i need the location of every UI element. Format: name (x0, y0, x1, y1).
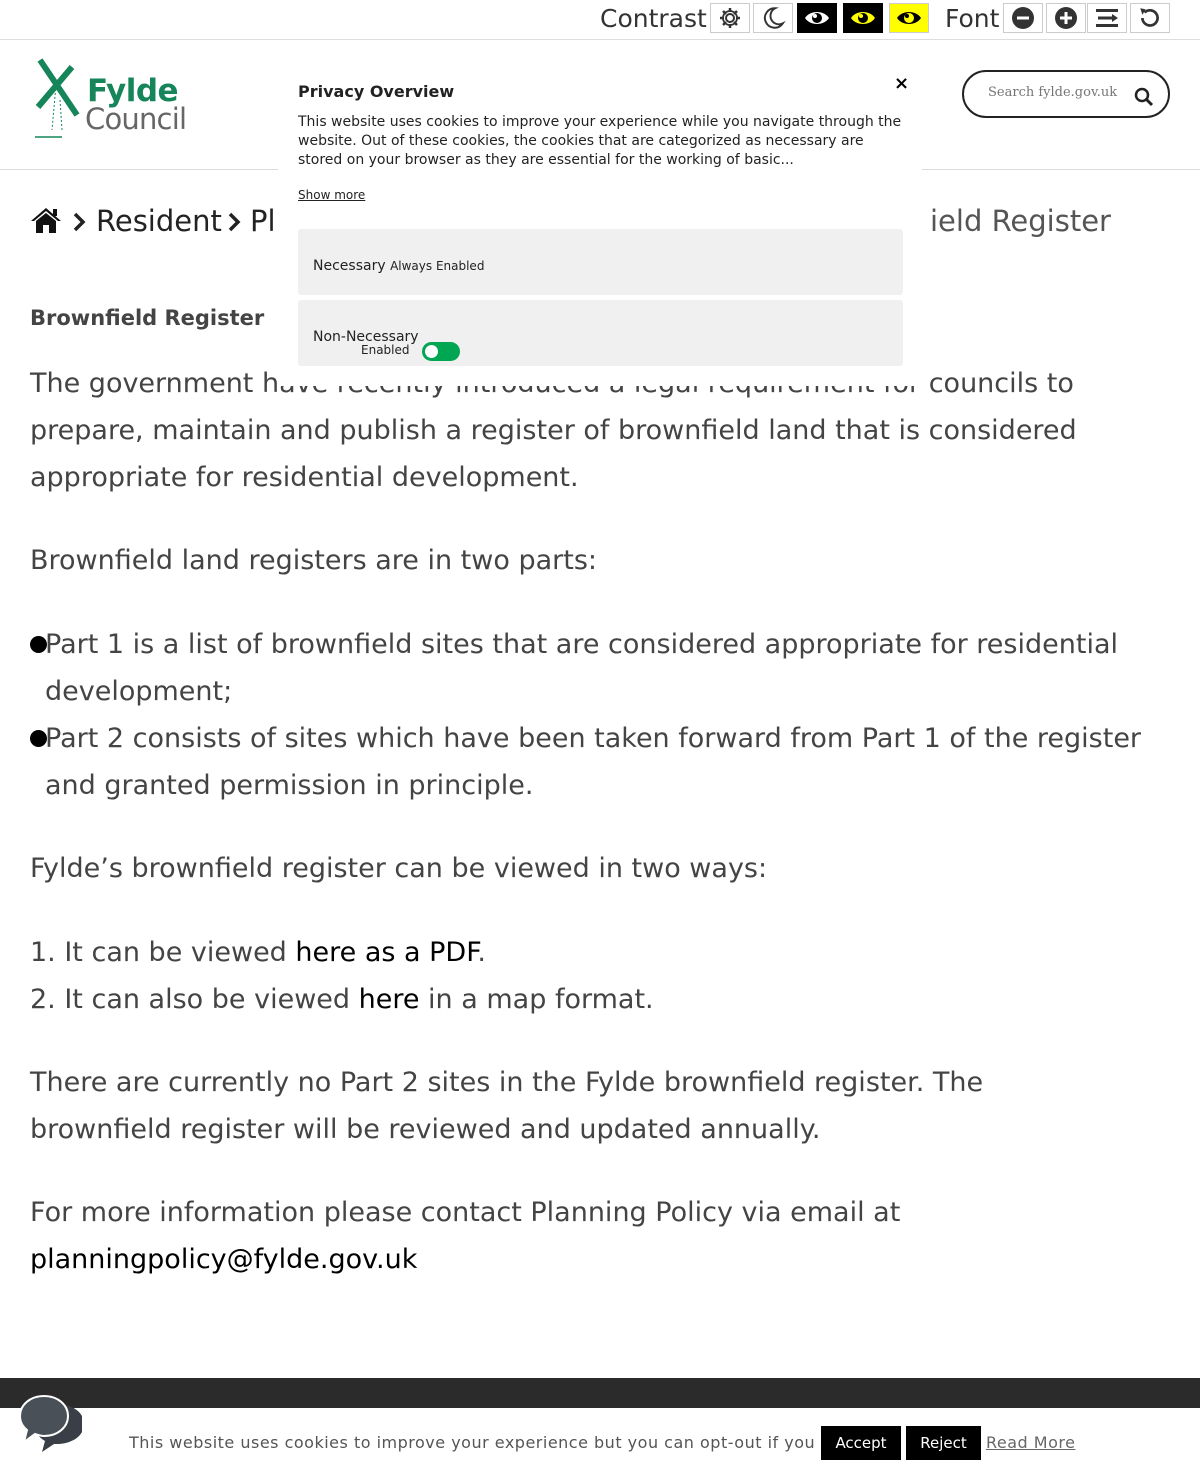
accessibility-bar: Contrast Font (0, 0, 1200, 40)
modal-text: This website uses cookies to improve you… (298, 114, 902, 168)
line-height-button[interactable] (1087, 3, 1127, 33)
minus-icon (1012, 7, 1034, 29)
breadcrumb-planning[interactable]: Pl (250, 204, 276, 238)
list-item-text: Part 2 consists of sites which have been… (45, 723, 1142, 801)
ways-intro: Fylde’s brownfield register can be viewe… (30, 853, 768, 884)
site-logo[interactable]: Fylde Council (32, 55, 192, 140)
breadcrumb-current: ield Register (930, 204, 1111, 238)
contact-prefix: For more information please contact Plan… (30, 1197, 901, 1228)
logo-text-council: Council (85, 102, 187, 136)
privacy-overview-modal: Privacy Overview × This website uses coo… (278, 60, 922, 386)
show-more-link[interactable]: Show more (298, 188, 365, 202)
font-label: Font (945, 4, 1000, 33)
gear-icon (720, 8, 740, 28)
accept-button[interactable]: Accept (821, 1426, 901, 1460)
font-increase-button[interactable] (1046, 3, 1086, 33)
plus-icon (1055, 7, 1077, 29)
chat-icon (18, 1394, 84, 1452)
toggle-knob (425, 345, 438, 358)
chat-button[interactable] (18, 1392, 84, 1452)
necessary-label: Necessary (313, 258, 386, 274)
contrast-default-button[interactable] (710, 3, 750, 33)
font-decrease-button[interactable] (1003, 3, 1043, 33)
contrast-label: Contrast (600, 4, 707, 33)
close-icon[interactable]: × (894, 73, 909, 94)
way-2: 2. It can also be viewed here in a map f… (30, 976, 654, 1023)
necessary-panel[interactable]: Necessary Always Enabled (298, 229, 903, 295)
chevron-right-icon (228, 212, 241, 232)
search-input[interactable] (986, 84, 1130, 101)
line-height-icon (1096, 9, 1118, 27)
enabled-label: Enabled (361, 343, 410, 357)
map-link[interactable]: here (359, 984, 420, 1015)
contrast-black-yellow-button[interactable] (843, 3, 883, 33)
non-necessary-toggle[interactable] (422, 342, 460, 361)
contact-paragraph: For more information please contact Plan… (30, 1189, 930, 1283)
cookie-bar: This website uses cookies to improve you… (0, 1408, 1200, 1473)
email-link[interactable]: planningpolicy@fylde.gov.uk (30, 1244, 417, 1275)
windmill-logo (35, 58, 80, 138)
list-item-text: Part 1 is a list of brownfield sites tha… (45, 629, 1118, 707)
modal-title: Privacy Overview (298, 82, 455, 101)
way-1-prefix: 1. It can be viewed (30, 937, 296, 968)
chevron-right-icon (73, 212, 86, 232)
search-icon[interactable] (1134, 87, 1154, 107)
read-more-link[interactable]: Read More (986, 1433, 1075, 1452)
eye-icon (897, 12, 921, 24)
cookie-text: This website uses cookies to improve you… (129, 1433, 865, 1452)
contrast-black-white-button[interactable] (797, 3, 837, 33)
page-title: Brownfield Register (30, 306, 265, 330)
breadcrumb-resident[interactable]: Resident (96, 204, 222, 238)
eye-icon (851, 12, 875, 24)
search-box[interactable] (962, 70, 1170, 118)
necessary-label-group: Necessary Always Enabled (313, 258, 484, 274)
eye-icon (805, 12, 829, 24)
way-2-suffix: in a map format. (419, 984, 654, 1015)
pdf-link[interactable]: here as a PDF (295, 937, 477, 968)
home-icon[interactable] (30, 206, 62, 234)
way-2-prefix: 2. It can also be viewed (30, 984, 359, 1015)
way-1: 1. It can be viewed here as a PDF. (30, 929, 486, 976)
non-necessary-panel[interactable]: Non-Necessary Enabled (298, 300, 903, 366)
always-enabled-label: Always Enabled (390, 259, 485, 273)
moon-icon (763, 7, 786, 29)
footer (0, 1378, 1200, 1408)
reject-button[interactable]: Reject (906, 1426, 981, 1460)
contrast-dark-button[interactable] (753, 3, 793, 33)
parts-intro: Brownfield land registers are in two par… (30, 545, 597, 576)
way-1-suffix: . (477, 937, 487, 968)
contrast-yellow-black-button[interactable] (889, 3, 929, 33)
reset-icon (1140, 8, 1159, 27)
part2-note: There are currently no Part 2 sites in t… (30, 1067, 984, 1145)
reset-button[interactable] (1130, 3, 1170, 33)
